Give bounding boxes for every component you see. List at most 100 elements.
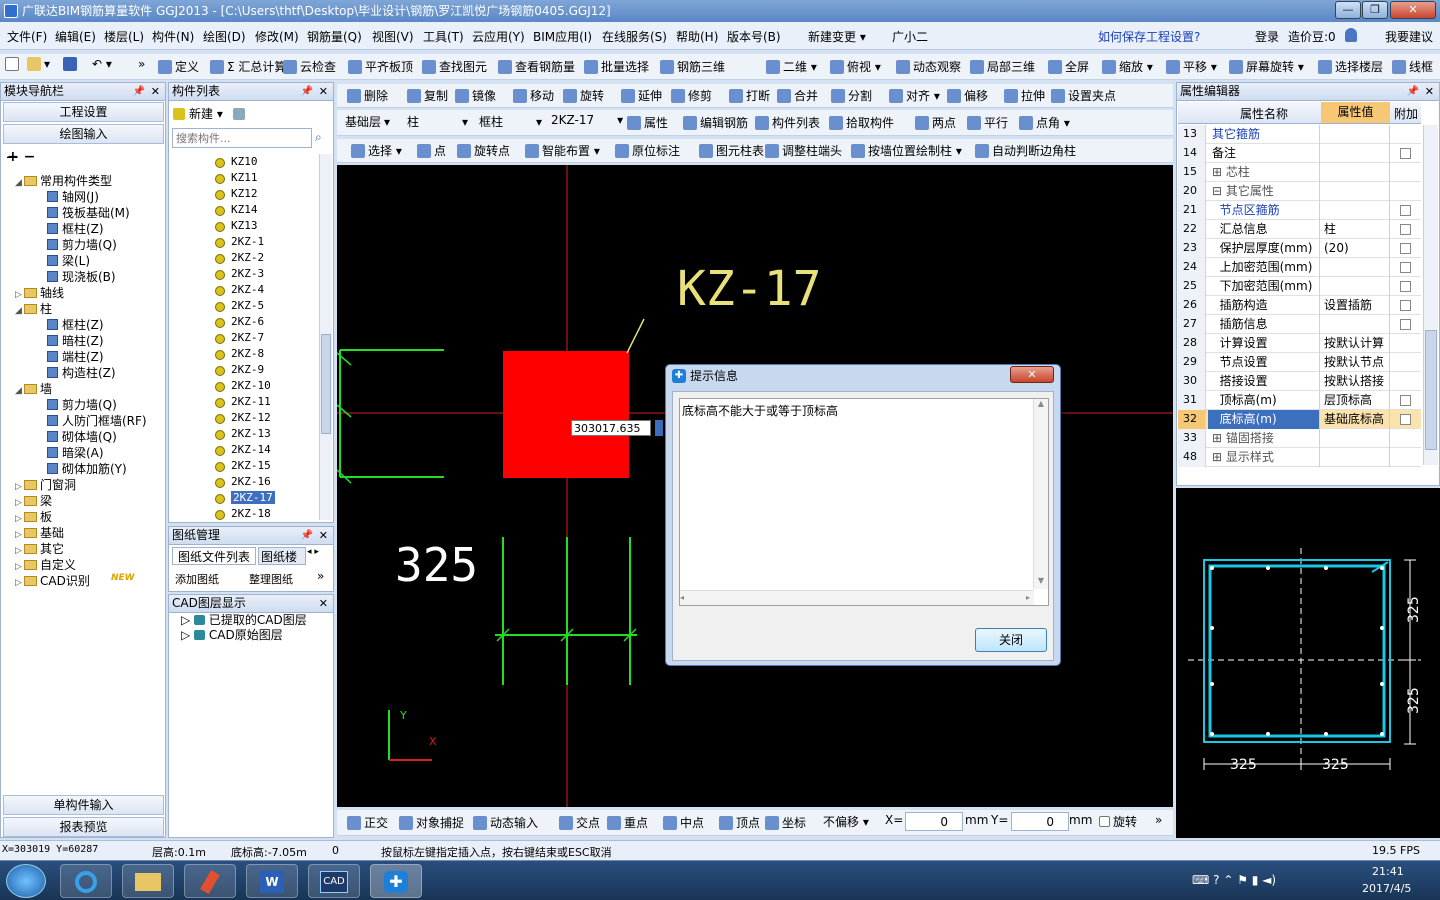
toolbar-button[interactable]: 选择楼层: [1318, 58, 1383, 75]
single-component-button[interactable]: 单构件输入: [3, 795, 164, 815]
component-search-input[interactable]: [172, 128, 312, 148]
component-button[interactable]: 拾取构件: [829, 114, 894, 131]
toolbar-button[interactable]: 云检查: [283, 58, 336, 75]
toolbar-button[interactable]: 定义: [158, 58, 199, 75]
edit-button[interactable]: 删除: [347, 87, 388, 104]
tree-item[interactable]: 梁(L): [11, 253, 147, 269]
menu-item[interactable]: 编辑(E): [55, 28, 96, 45]
tab-drawing-floors[interactable]: 图纸楼: [258, 547, 306, 565]
component-button[interactable]: 两点: [915, 114, 956, 131]
cad-icon[interactable]: CAD: [308, 864, 360, 898]
menu-item[interactable]: 帮助(H): [676, 28, 718, 45]
property-row[interactable]: 25 下加密范围(mm): [1178, 277, 1421, 296]
attach-checkbox[interactable]: [1400, 414, 1411, 425]
tree-folder[interactable]: ▷ 其它: [11, 541, 147, 557]
edit-button[interactable]: 分割: [831, 87, 872, 104]
edit-button[interactable]: 拉伸: [1004, 87, 1045, 104]
toolbar-button[interactable]: 查找图元: [422, 58, 487, 75]
pin-icon[interactable]: 📌: [301, 83, 313, 100]
tree-item[interactable]: 框柱(Z): [11, 317, 147, 333]
property-row[interactable]: 32 底标高(m) 基础底标高: [1178, 410, 1421, 429]
property-row[interactable]: 26 插筋构造 设置插筋: [1178, 296, 1421, 315]
component-list-item[interactable]: 2KZ-14: [169, 442, 319, 458]
property-row[interactable]: 48 ⊞ 显示样式: [1178, 448, 1421, 467]
y-offset-input[interactable]: [1011, 812, 1069, 831]
ggj-icon[interactable]: ✚: [370, 864, 422, 898]
draw-button[interactable]: 自动判断边角柱: [975, 142, 1076, 159]
property-row[interactable]: 14 备注: [1178, 144, 1421, 163]
attach-checkbox[interactable]: [1400, 395, 1411, 406]
snap-button[interactable]: 坐标: [765, 814, 806, 831]
close-icon[interactable]: ✕: [151, 83, 160, 100]
tree-item[interactable]: 剪力墙(Q): [11, 237, 147, 253]
edit-button[interactable]: 合并: [777, 87, 818, 104]
rotate-checkbox[interactable]: 旋转: [1099, 813, 1137, 830]
close-window-button[interactable]: ✕: [1390, 1, 1436, 19]
property-row[interactable]: 33 ⊞ 锚固搭接: [1178, 429, 1421, 448]
component-select[interactable]: 2KZ-17 ▾: [551, 113, 623, 127]
cad-layer-extracted[interactable]: ▷ 已提取的CAD图层: [181, 613, 307, 628]
property-scrollbar[interactable]: [1423, 125, 1438, 465]
attach-checkbox[interactable]: [1400, 262, 1411, 273]
snap-button[interactable]: 动态输入: [473, 814, 538, 831]
toolbar-button[interactable]: 查看钢筋量: [498, 58, 575, 75]
toolbar-button[interactable]: 局部三维: [970, 58, 1035, 75]
word-icon[interactable]: W: [246, 864, 298, 898]
menu-item[interactable]: 视图(V): [372, 28, 414, 45]
tab-drawing-files[interactable]: 图纸文件列表: [172, 547, 256, 565]
tree-item[interactable]: 暗柱(Z): [11, 333, 147, 349]
menu-item[interactable]: 工具(T): [423, 28, 464, 45]
textarea-vscroll[interactable]: ▲ ▼: [1033, 399, 1048, 589]
expand-all-icon[interactable]: +̶ −: [7, 149, 35, 165]
property-row[interactable]: 22 汇总信息柱: [1178, 220, 1421, 239]
property-row[interactable]: 21 节点区箍筋: [1178, 201, 1421, 220]
tray-icons[interactable]: ⌨ ? ⌃ ⚑ ▮ ◄): [1192, 873, 1276, 887]
open-folder-icon[interactable]: ▾: [27, 57, 50, 71]
component-button[interactable]: 属性: [627, 114, 668, 131]
attach-checkbox[interactable]: [1400, 319, 1411, 330]
attach-checkbox[interactable]: [1400, 243, 1411, 254]
menu-item[interactable]: 构件(N): [152, 28, 194, 45]
component-button[interactable]: 点角 ▾: [1019, 114, 1070, 131]
component-button[interactable]: 构件列表: [755, 114, 820, 131]
edit-button[interactable]: 设置夹点: [1051, 87, 1116, 104]
tree-folder[interactable]: ▷ 板: [11, 509, 147, 525]
draw-button[interactable]: 图元柱表: [699, 142, 764, 159]
menu-item[interactable]: 版本号(B): [727, 28, 781, 45]
toolbar-button[interactable]: 二维 ▾: [766, 58, 817, 75]
tree-item[interactable]: 人防门框墙(RF): [11, 413, 147, 429]
snap-button[interactable]: 对象捕捉: [399, 814, 464, 831]
menu-item[interactable]: 新建变更 ▾: [808, 28, 866, 45]
overflow-icon[interactable]: »: [317, 569, 324, 583]
tree-item[interactable]: 暗梁(A): [11, 445, 147, 461]
tree-item[interactable]: 砌体墙(Q): [11, 429, 147, 445]
type-select[interactable]: 柱 ▾: [407, 113, 477, 130]
coordinate-input[interactable]: [571, 420, 651, 436]
suggest-link[interactable]: 我要建议: [1385, 28, 1433, 45]
property-row[interactable]: 13 其它箍筋: [1178, 125, 1421, 144]
toolbar-button[interactable]: Σ 汇总计算: [210, 58, 286, 75]
tree-folder[interactable]: ▷ 梁: [11, 493, 147, 509]
search-icon[interactable]: ⌕: [315, 130, 322, 145]
toolbar-button[interactable]: 缩放 ▾: [1102, 58, 1153, 75]
tree-item[interactable]: 现浇板(B): [11, 269, 147, 285]
tool-icon[interactable]: [184, 864, 236, 898]
tree-item[interactable]: 筏板基础(M): [11, 205, 147, 221]
add-drawing-button[interactable]: 添加图纸: [175, 571, 219, 587]
draw-button[interactable]: 点: [417, 142, 446, 159]
snap-button[interactable]: 交点: [559, 814, 600, 831]
component-list-item[interactable]: KZ14: [169, 202, 319, 218]
property-row[interactable]: 29 节点设置 按默认节点: [1178, 353, 1421, 372]
tree-folder[interactable]: ▷ 门窗洞: [11, 477, 147, 493]
component-list-item[interactable]: 2KZ-16: [169, 474, 319, 490]
pin-icon[interactable]: 📌: [301, 527, 313, 544]
property-row[interactable]: 28 计算设置 按默认计算: [1178, 334, 1421, 353]
toolbar-button[interactable]: 平齐板顶: [348, 58, 413, 75]
draw-button[interactable]: 按墙位置绘制柱 ▾: [851, 142, 962, 159]
new-component-button[interactable]: 新建 ▾: [173, 105, 245, 122]
arrange-drawing-button[interactable]: 整理图纸: [249, 571, 293, 587]
component-list-item[interactable]: 2KZ-12: [169, 410, 319, 426]
component-list-item[interactable]: 2KZ-10: [169, 378, 319, 394]
close-icon[interactable]: ✕: [319, 527, 328, 544]
tree-item[interactable]: 轴网(J): [11, 189, 147, 205]
